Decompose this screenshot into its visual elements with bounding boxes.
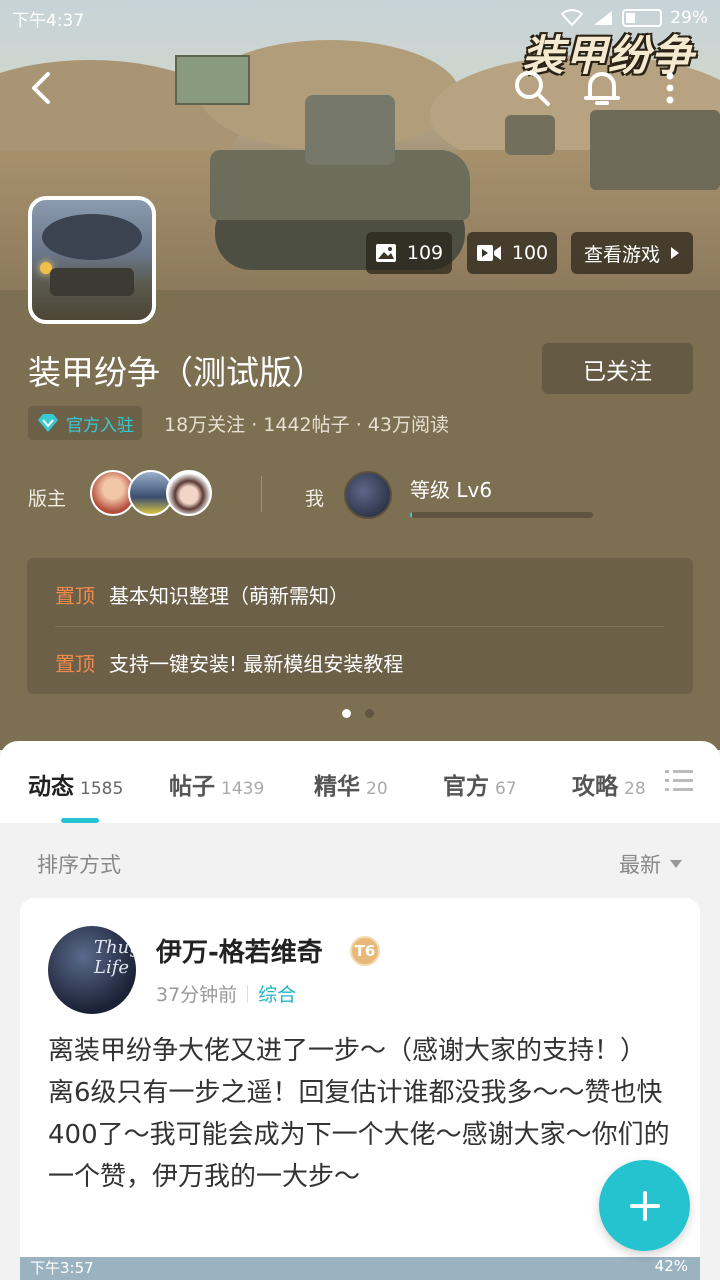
jeep-image — [505, 115, 555, 155]
video-count: 100 — [511, 242, 549, 264]
divider — [55, 626, 664, 627]
pinned-tag: 置顶 — [55, 584, 95, 608]
post-meta: 37分钟前 综合 — [156, 980, 296, 1007]
search-icon[interactable] — [510, 66, 554, 110]
photo-count: 109 — [406, 242, 444, 264]
tab-label: 帖子 — [169, 774, 215, 800]
level-progress-fill — [410, 512, 412, 518]
plus-icon — [629, 1190, 660, 1221]
pinned-tag: 置顶 — [55, 652, 95, 676]
page-indicator — [342, 709, 374, 718]
moderator-avatars[interactable] — [90, 470, 212, 516]
post-time: 37分钟前 — [156, 984, 238, 1006]
post-author-avatar[interactable]: Thug Life — [48, 926, 136, 1014]
follow-button[interactable]: 已关注 — [542, 343, 693, 394]
sort-bar: 排序方式 最新 — [0, 823, 720, 899]
videos-button[interactable]: 100 — [467, 232, 557, 274]
tab-guides[interactable]: 攻略 28 — [572, 767, 646, 801]
tab-bar: 动态 1585 帖子 1439 精华 20 官方 67 攻略 28 — [0, 741, 720, 823]
pinned-post-item[interactable]: 置顶 基本知识整理（萌新需知） — [55, 580, 349, 609]
post-author-name[interactable]: 伊万-格若维奇 — [156, 932, 323, 969]
post-category[interactable]: 综合 — [258, 980, 296, 1007]
moderators-label: 版主 — [28, 488, 67, 510]
diamond-icon — [38, 414, 58, 432]
tab-label: 精华 — [314, 774, 360, 800]
tab-count: 67 — [495, 779, 517, 799]
post-body-text: 离装甲纷争大佬又进了一步～（感谢大家的支持！） 离6级只有一步之遥！回复估计谁都… — [48, 1036, 670, 1192]
moderator-avatar[interactable] — [166, 470, 212, 516]
embedded-battery: 42% — [654, 1257, 688, 1275]
sort-dropdown[interactable]: 最新 — [619, 849, 683, 879]
me-label: 我 — [305, 488, 325, 510]
sort-label: 排序方式 — [37, 853, 121, 877]
page-dot — [365, 709, 374, 718]
avatar-text: Thug Life — [94, 937, 136, 978]
tab-count: 1585 — [80, 779, 124, 799]
post-image-preview[interactable]: 下午3:57 42% — [20, 1257, 700, 1280]
my-avatar[interactable] — [344, 471, 392, 519]
level-label: 等级 Lv6 — [410, 478, 493, 502]
pinned-title: 基本知识整理（萌新需知） — [109, 584, 349, 608]
status-time: 下午4:37 — [12, 10, 85, 31]
bell-icon[interactable] — [580, 66, 624, 110]
level-progress-bar — [410, 512, 593, 518]
tab-count: 28 — [624, 779, 646, 799]
triangle-down-icon — [670, 860, 682, 868]
tab-dynamics[interactable]: 动态 1585 — [28, 767, 123, 801]
tab-label: 攻略 — [572, 774, 618, 800]
view-game-button[interactable]: 查看游戏 — [571, 232, 693, 274]
embedded-time: 下午3:57 — [30, 1259, 94, 1277]
post-body: 离装甲纷争大佬又进了一步～（感谢大家的支持！） 离6级只有一步之遥！回复估计谁都… — [48, 1030, 676, 1198]
forum-stats: 18万关注 · 1442帖子 · 43万阅读 — [164, 414, 449, 436]
divider — [247, 984, 249, 1003]
tank-turret — [305, 95, 395, 165]
tab-label: 官方 — [443, 774, 489, 800]
new-post-button[interactable] — [599, 1160, 690, 1251]
post-card[interactable]: Thug Life 伊万-格若维奇 T6 37分钟前 综合 离装甲纷争大佬又进了… — [20, 898, 700, 1280]
game-avatar[interactable] — [28, 196, 156, 324]
photos-button[interactable]: 109 — [366, 232, 452, 274]
page-dot-active — [342, 709, 351, 718]
tab-count: 20 — [366, 779, 388, 799]
pinned-posts-card: 置顶 基本知识整理（萌新需知） 置顶 支持一键安装! 最新模组安装教程 — [27, 558, 693, 694]
pinned-title: 支持一键安装! 最新模组安装教程 — [109, 652, 404, 676]
list-menu-icon[interactable] — [665, 768, 693, 794]
sort-value: 最新 — [619, 853, 661, 877]
tab-official[interactable]: 官方 67 — [443, 767, 517, 801]
divider — [261, 476, 262, 512]
image-icon — [375, 244, 396, 262]
tab-featured[interactable]: 精华 20 — [314, 767, 388, 801]
tab-count: 1439 — [221, 779, 265, 799]
truck-image — [590, 110, 720, 190]
tab-posts[interactable]: 帖子 1439 — [169, 767, 264, 801]
forum-title: 装甲纷争（测试版） — [28, 353, 325, 392]
triangle-right-icon — [671, 247, 679, 259]
official-badge: 官方入驻 — [28, 406, 142, 440]
user-level-badge: T6 — [350, 936, 380, 966]
back-arrow-icon[interactable] — [24, 66, 58, 110]
more-vertical-icon[interactable] — [652, 66, 688, 110]
pinned-post-item[interactable]: 置顶 支持一键安装! 最新模组安装教程 — [55, 648, 403, 677]
tab-label: 动态 — [28, 774, 74, 800]
official-badge-label: 官方入驻 — [66, 415, 134, 436]
video-icon — [476, 245, 501, 261]
map-board — [175, 55, 250, 105]
view-game-label: 查看游戏 — [583, 243, 660, 266]
